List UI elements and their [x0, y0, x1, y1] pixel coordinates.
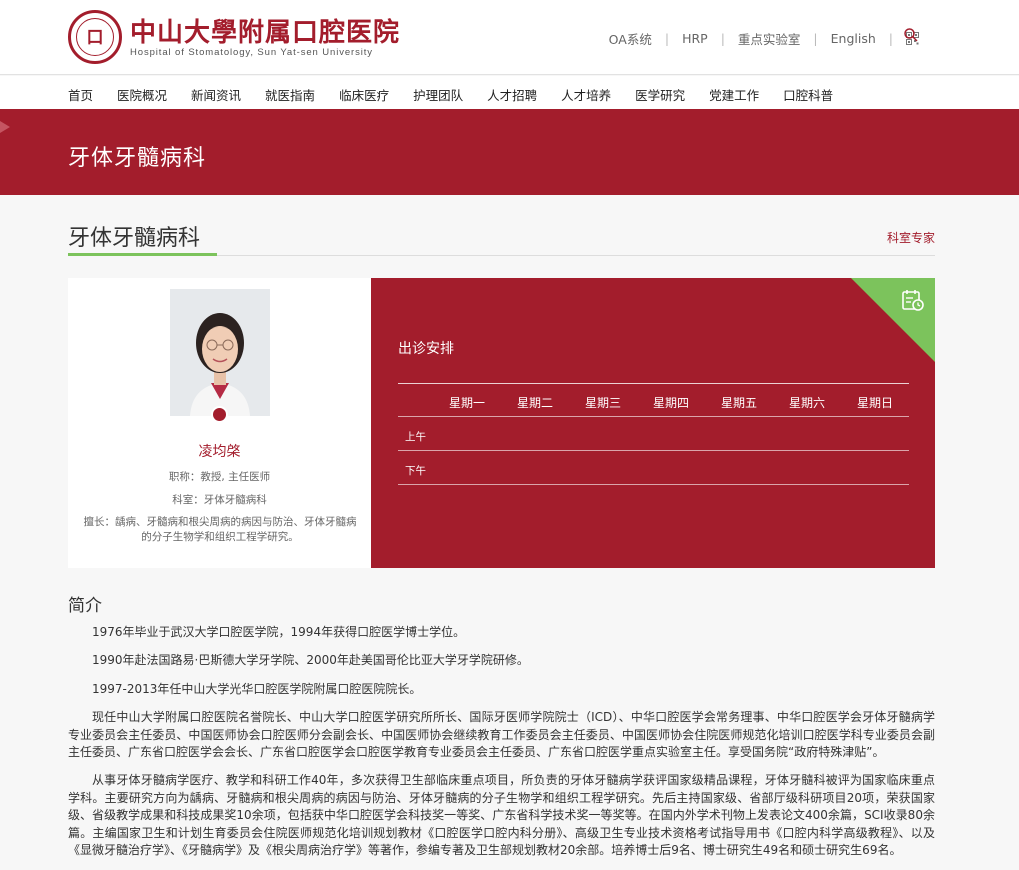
schedule-table: 星期一 星期二 星期三 星期四 星期五 星期六 星期日 上午 下午	[398, 383, 909, 485]
day-monday: 星期一	[449, 396, 486, 410]
intro-paragraph: 从事牙体牙髓病学医疗、教学和科研工作40年，多次获得卫生部临床重点项目，所负责的…	[68, 773, 935, 858]
divider: |	[888, 31, 893, 46]
section-title: 牙体牙髓病科	[68, 226, 201, 251]
schedule-header-row: 星期一 星期二 星期三 星期四 星期五 星期六 星期日	[398, 383, 909, 417]
nav-item-clinical[interactable]: 临床医疗	[339, 85, 389, 104]
day-wednesday: 星期三	[585, 396, 622, 410]
intro-title: 简介	[68, 596, 102, 616]
nav-item-home[interactable]: 首页	[68, 85, 93, 104]
logo-chinese-name[interactable]: 中山大學附属口腔医院	[130, 12, 400, 49]
period-afternoon: 下午	[405, 465, 426, 477]
doctor-name[interactable]: 凌均棨	[68, 441, 371, 461]
section-divider	[217, 255, 935, 256]
logo-english-name: Hospital of Stomatology, Sun Yat-sen Uni…	[130, 47, 373, 58]
doctor-photo	[170, 289, 270, 416]
day-thursday: 星期四	[653, 396, 690, 410]
intro-paragraph: 1990年赴法国路易·巴斯德大学牙学院、2000年赴美国哥伦比亚大学牙学院研修。	[92, 653, 529, 668]
clinic-schedule-panel: 出诊安排 星期一 星期二 星期三 星期四 星期五 星期六 星期日 上午 下午	[371, 278, 935, 568]
nav-item-overview[interactable]: 医院概况	[117, 85, 167, 104]
doctor-title: 职称：教授, 主任医师	[168, 471, 271, 483]
nav-item-recruitment[interactable]: 人才招聘	[487, 85, 537, 104]
day-friday: 星期五	[721, 396, 758, 410]
nav-item-research[interactable]: 医学研究	[635, 85, 685, 104]
nav-item-science[interactable]: 口腔科普	[783, 85, 833, 104]
intro-paragraph: 1976年毕业于武汉大学口腔医学院，1994年获得口腔医学博士学位。	[92, 625, 466, 639]
dept-experts-link[interactable]: 科室专家	[887, 229, 935, 246]
nav-item-news[interactable]: 新闻资讯	[191, 85, 241, 104]
nav-item-guide[interactable]: 就医指南	[265, 85, 315, 104]
key-lab-link[interactable]: 重点实验室	[738, 29, 801, 48]
divider: |	[720, 31, 725, 46]
schedule-title: 出诊安排	[398, 341, 454, 357]
schedule-row-morning: 上午	[398, 417, 909, 451]
section-underline	[68, 253, 217, 256]
hrp-link[interactable]: HRP	[682, 31, 708, 46]
day-tuesday: 星期二	[517, 396, 554, 410]
nav-item-nursing[interactable]: 护理团队	[413, 85, 463, 104]
nav-item-training[interactable]: 人才培养	[561, 85, 611, 104]
divider: |	[664, 31, 670, 46]
nav-item-party[interactable]: 党建工作	[709, 85, 759, 104]
page-banner: 牙体牙髓病科	[0, 109, 1019, 195]
banner-corner-decoration	[0, 121, 10, 133]
search-icon[interactable]	[903, 27, 919, 43]
oa-link[interactable]: OA系统	[609, 29, 652, 48]
photo-badge	[211, 406, 228, 423]
site-header: 口 中山大學附属口腔医院 Hospital of Stomatology, Su…	[0, 0, 1019, 75]
doctor-specialty: 擅长：龋病、牙髓病和根尖周病的病因与防治、牙体牙髓病的分子生物学和组织工程学研究…	[83, 516, 357, 543]
day-saturday: 星期六	[789, 396, 826, 410]
english-link[interactable]: English	[831, 31, 876, 46]
top-links: OA系统 | HRP | 重点实验室 | English |	[609, 29, 919, 48]
intro-body: 1976年毕业于武汉大学口腔医学院，1994年获得口腔医学博士学位。 1990年…	[68, 624, 935, 870]
calendar-clock-icon	[901, 288, 925, 312]
hospital-logo-icon[interactable]: 口	[68, 10, 122, 64]
divider: |	[813, 31, 818, 46]
svg-text:口: 口	[87, 28, 104, 48]
doctor-profile-card: 凌均棨 职称：教授, 主任医师 科室：牙体牙髓病科 擅长：龋病、牙髓病和根尖周病…	[68, 278, 371, 568]
day-sunday: 星期日	[857, 396, 894, 410]
main-nav: 首页 医院概况 新闻资讯 就医指南 临床医疗 护理团队 人才招聘 人才培养 医学…	[0, 76, 1019, 109]
intro-paragraph: 1997-2013年任中山大学光华口腔医学院附属口腔医院院长。	[92, 681, 422, 696]
period-morning: 上午	[405, 431, 426, 443]
banner-title: 牙体牙髓病科	[68, 146, 207, 171]
doctor-department: 科室：牙体牙髓病科	[172, 494, 267, 506]
schedule-row-afternoon: 下午	[398, 451, 909, 485]
intro-paragraph: 现任中山大学附属口腔医院名誉院长、中山大学口腔医学研究所所长、国际牙医师学院院士…	[68, 710, 935, 760]
